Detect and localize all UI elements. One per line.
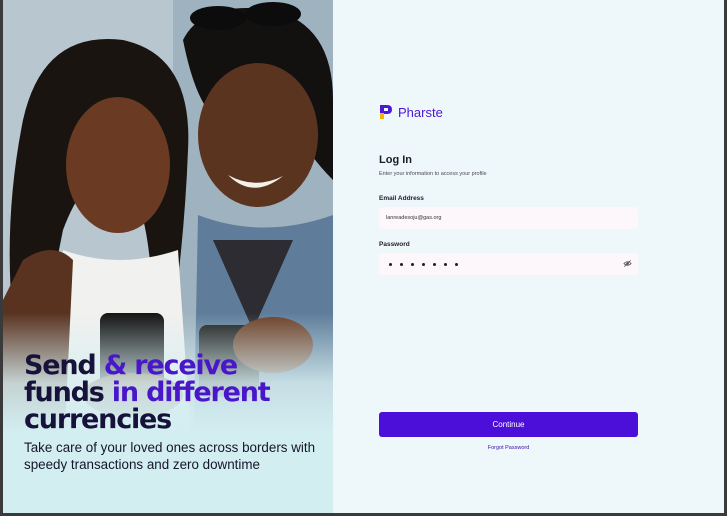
hero-panel: Send & receive funds in different curren… [3, 0, 333, 513]
password-dot [422, 262, 425, 266]
brand: Pharste [379, 104, 443, 120]
password-dot [444, 262, 447, 266]
hero-subtitle: Take care of your loved ones across bord… [24, 440, 316, 472]
email-value: lanreadesoju@gas.org [386, 215, 442, 221]
login-subtitle: Enter your information to access your pr… [379, 171, 487, 177]
email-field[interactable]: lanreadesoju@gas.org [379, 207, 638, 229]
pharste-logo-icon [380, 105, 392, 119]
password-dots [386, 262, 458, 266]
brand-name: Pharste [398, 104, 443, 120]
login-panel: Pharste Log In Enter your information to… [333, 0, 724, 513]
continue-button[interactable]: Continue [379, 412, 638, 437]
hero-copy: Send & receive funds in different curren… [24, 352, 324, 473]
eye-off-icon[interactable] [623, 259, 632, 268]
email-label: Email Address [379, 195, 424, 202]
password-dot [389, 262, 392, 266]
app-frame: Send & receive funds in different curren… [3, 0, 724, 513]
password-dot [455, 262, 458, 266]
password-dot [433, 262, 436, 266]
password-field[interactable] [379, 253, 638, 275]
forgot-password-link[interactable]: Forgot Password [333, 445, 684, 451]
login-title: Log In [379, 154, 412, 166]
password-dot [400, 262, 403, 266]
password-label: Password [379, 241, 410, 248]
password-dot [411, 262, 414, 266]
hero-headline: Send & receive funds in different curren… [24, 352, 324, 433]
headline-word: currencies [24, 404, 172, 435]
